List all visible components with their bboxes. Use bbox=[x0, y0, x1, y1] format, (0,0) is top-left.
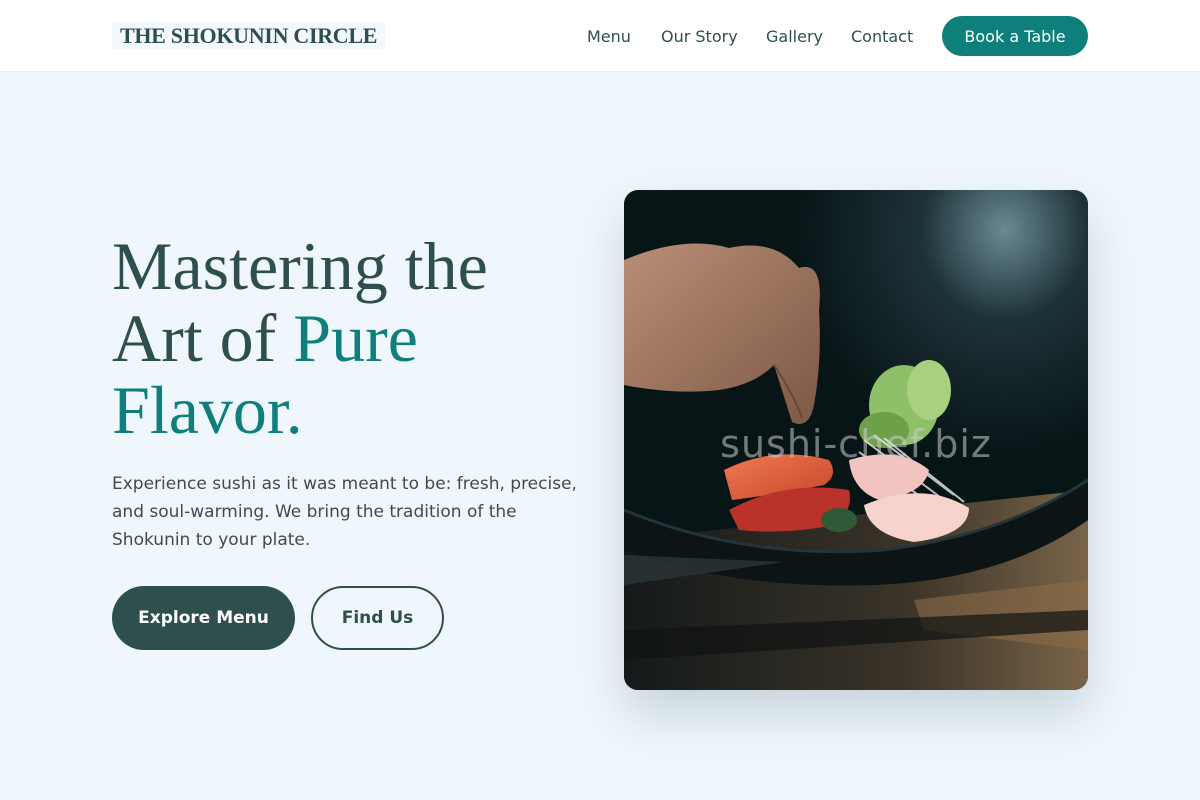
site-logo[interactable]: THE SHOKUNIN CIRCLE bbox=[112, 22, 386, 49]
hero-title: Mastering the Art of Pure Flavor. bbox=[112, 230, 592, 446]
site-header: THE SHOKUNIN CIRCLE Menu Our Story Galle… bbox=[0, 0, 1200, 72]
hero-title-line2: Art of bbox=[112, 300, 294, 376]
nav-link-contact[interactable]: Contact bbox=[851, 0, 913, 72]
book-table-button[interactable]: Book a Table bbox=[942, 16, 1088, 56]
nav-link-menu[interactable]: Menu bbox=[587, 0, 631, 72]
nav-link-our-story[interactable]: Our Story bbox=[661, 0, 738, 72]
nav-link-gallery[interactable]: Gallery bbox=[766, 0, 823, 72]
sushi-plating-illustration bbox=[624, 190, 1088, 690]
hero-sushi-image: sushi-chef.biz bbox=[624, 190, 1088, 690]
explore-menu-button[interactable]: Explore Menu bbox=[112, 586, 295, 650]
hero-title-line1: Mastering the bbox=[112, 228, 488, 304]
find-us-button[interactable]: Find Us bbox=[311, 586, 444, 650]
hero-description: Experience sushi as it was meant to be: … bbox=[112, 474, 577, 550]
